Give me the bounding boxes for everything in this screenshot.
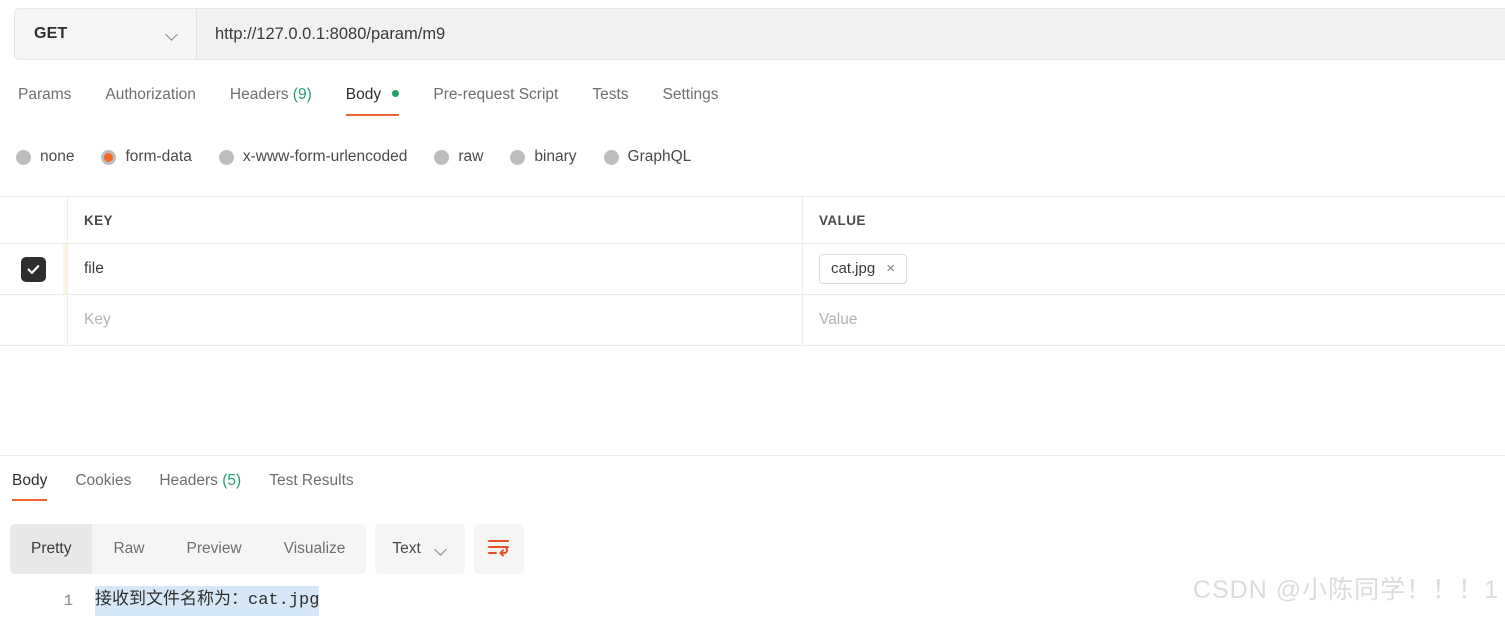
wrap-lines-icon: [487, 537, 510, 562]
format-raw-button[interactable]: Raw: [92, 524, 165, 574]
format-visualize-button[interactable]: Visualize: [263, 524, 367, 574]
body-type-none[interactable]: none: [16, 148, 74, 166]
tab-pre-request-script[interactable]: Pre-request Script: [433, 86, 558, 116]
response-format-segmented-control: Pretty Raw Preview Visualize: [10, 524, 367, 574]
tab-body[interactable]: Body: [345, 86, 400, 116]
radio-selected-icon: [101, 149, 117, 165]
format-visualize-label: Visualize: [283, 540, 346, 557]
response-tabs: Body Cookies Headers (5) Test Results: [12, 472, 354, 501]
wrap-lines-button[interactable]: [473, 524, 524, 574]
tab-authorization-label: Authorization: [105, 86, 196, 103]
http-method-select[interactable]: GET: [15, 9, 197, 59]
body-type-radio-group: none form-data x-www-form-urlencoded raw…: [16, 148, 691, 166]
form-data-table: KEY VALUE file cat.jpg × Key Value: [0, 196, 1505, 346]
tab-settings[interactable]: Settings: [663, 86, 719, 116]
tab-settings-label: Settings: [662, 86, 719, 103]
close-icon[interactable]: ×: [886, 261, 895, 276]
body-modified-dot-icon: [392, 90, 400, 97]
radio-icon: [603, 149, 619, 165]
response-line-text: 接收到文件名称为：cat.jpg: [95, 586, 320, 616]
response-line-text-selected: cat.jpg: [248, 591, 320, 610]
code-line: 1 接收到文件名称为：cat.jpg: [0, 586, 1505, 620]
radio-icon: [16, 149, 31, 165]
radio-icon: [510, 149, 526, 165]
tab-pre-request-script-label: Pre-request Script: [433, 86, 559, 103]
body-type-x-www-form-urlencoded[interactable]: x-www-form-urlencoded: [218, 148, 408, 166]
body-type-x-www-form-urlencoded-label: x-www-form-urlencoded: [242, 148, 408, 165]
table-header-check-cell: [0, 197, 68, 243]
format-raw-label: Raw: [113, 540, 145, 557]
tab-headers-count: (9): [292, 86, 312, 103]
row-key-cell[interactable]: Key: [68, 295, 803, 345]
response-tab-test-results[interactable]: Test Results: [269, 472, 353, 501]
body-type-raw[interactable]: raw: [434, 148, 483, 166]
row-key-cell[interactable]: file: [68, 244, 803, 294]
table-header-value-cell: VALUE: [803, 197, 1505, 243]
response-line-text-prefix: 接收到文件名称为：: [95, 591, 248, 610]
format-preview-button[interactable]: Preview: [166, 524, 263, 574]
body-type-graphql-label: GraphQL: [627, 148, 692, 165]
table-header-row: KEY VALUE: [0, 197, 1505, 244]
response-tab-headers-label: Headers: [159, 472, 218, 489]
response-body-viewer[interactable]: 1 接收到文件名称为：cat.jpg: [0, 586, 1505, 620]
tab-tests[interactable]: Tests: [592, 86, 628, 116]
request-tabs: Params Authorization Headers (9) Body Pr…: [18, 86, 719, 116]
body-type-form-data-label: form-data: [125, 148, 192, 165]
chevron-down-icon: [166, 30, 179, 38]
tab-headers-label: Headers: [229, 86, 289, 103]
radio-icon: [434, 149, 450, 165]
response-language-select[interactable]: Text: [375, 524, 465, 574]
response-format-toolbar: Pretty Raw Preview Visualize Text: [10, 524, 524, 574]
table-row: Key Value: [0, 295, 1505, 346]
file-chip[interactable]: cat.jpg ×: [819, 254, 907, 284]
tab-authorization[interactable]: Authorization: [105, 86, 195, 116]
row-value-placeholder: Value: [819, 311, 858, 328]
format-pretty-label: Pretty: [31, 540, 72, 557]
row-enabled-checkbox[interactable]: [21, 256, 46, 282]
http-method-label: GET: [34, 25, 68, 42]
row-value-cell[interactable]: Value: [803, 295, 1505, 345]
row-key-placeholder: Key: [84, 311, 111, 328]
response-tab-body[interactable]: Body: [12, 472, 48, 501]
tab-params-label: Params: [18, 86, 72, 103]
format-preview-label: Preview: [186, 540, 242, 557]
body-type-graphql[interactable]: GraphQL: [603, 148, 692, 166]
body-type-binary-label: binary: [534, 148, 577, 165]
response-tab-body-label: Body: [12, 472, 48, 489]
table-header-key-cell: KEY: [68, 197, 803, 243]
tab-params[interactable]: Params: [18, 86, 71, 116]
radio-icon: [218, 149, 234, 165]
tab-headers[interactable]: Headers (9): [230, 86, 312, 116]
response-tab-headers-count: (5): [222, 472, 242, 489]
body-type-none-label: none: [40, 148, 75, 165]
format-pretty-button[interactable]: Pretty: [10, 524, 93, 574]
pane-divider[interactable]: [0, 455, 1505, 456]
body-type-binary[interactable]: binary: [510, 148, 577, 166]
response-tab-cookies[interactable]: Cookies: [75, 472, 131, 501]
line-number: 1: [63, 592, 73, 610]
url-input[interactable]: http://127.0.0.1:8080/param/m9: [197, 9, 1505, 59]
column-header-value: VALUE: [819, 212, 866, 228]
tab-tests-label: Tests: [592, 86, 629, 103]
response-tab-headers[interactable]: Headers (5): [159, 472, 241, 501]
row-value-cell[interactable]: cat.jpg ×: [803, 244, 1505, 294]
column-header-key: KEY: [84, 212, 113, 228]
row-check-cell: [0, 244, 68, 294]
chevron-down-icon: [435, 545, 448, 553]
table-row: file cat.jpg ×: [0, 244, 1505, 295]
response-language-label: Text: [392, 540, 421, 557]
response-tab-cookies-label: Cookies: [75, 472, 132, 489]
body-type-form-data[interactable]: form-data: [101, 148, 192, 166]
row-key-text: file: [84, 260, 104, 277]
response-tab-test-results-label: Test Results: [269, 472, 354, 489]
file-chip-name: cat.jpg: [831, 260, 876, 277]
body-type-raw-label: raw: [458, 148, 484, 165]
row-check-cell: [0, 295, 68, 345]
tab-body-label: Body: [345, 86, 382, 103]
request-url-bar: GET http://127.0.0.1:8080/param/m9: [14, 8, 1505, 60]
